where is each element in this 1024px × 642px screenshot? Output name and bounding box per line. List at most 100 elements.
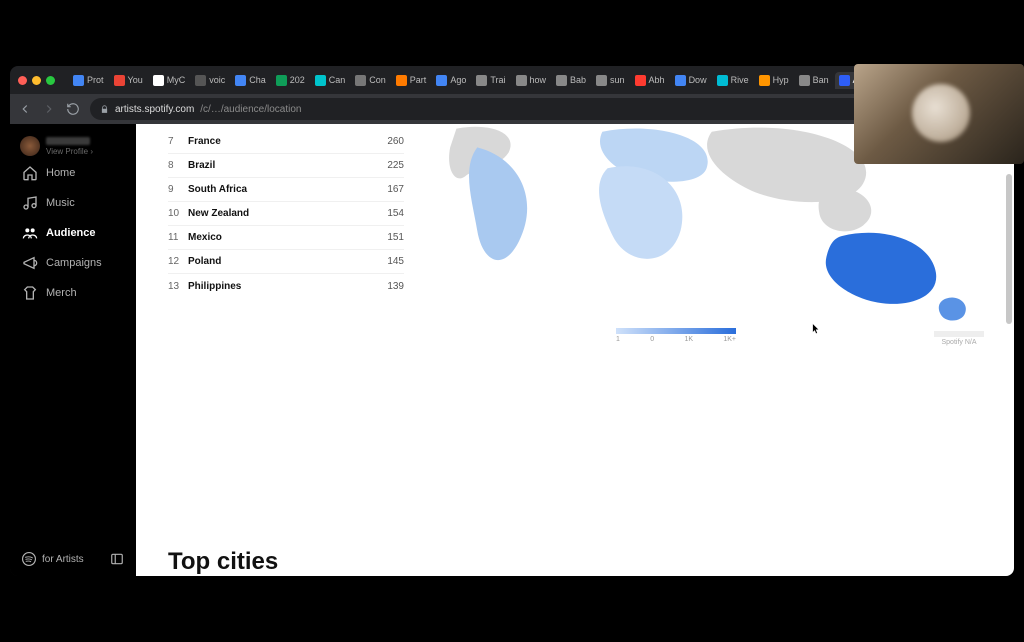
browser-tab[interactable]: sun: [592, 72, 629, 89]
spotify-artists-app: View Profile › Home Music AudienceCampaign…: [10, 124, 1014, 576]
browser-tab[interactable]: Rive: [713, 72, 753, 89]
sidebar: View Profile › Home Music AudienceCampaign…: [10, 124, 136, 576]
tab-label: MyC: [167, 75, 186, 85]
browser-tab[interactable]: how: [512, 72, 551, 89]
tab-label: Hyp: [773, 75, 789, 85]
music-icon: [22, 195, 38, 211]
tab-label: Con: [369, 75, 386, 85]
sidebar-item-label: Music: [46, 197, 75, 209]
campaigns-icon: [22, 255, 38, 271]
favicon: [235, 75, 246, 86]
tab-label: Prot: [87, 75, 104, 85]
tab-label: Trai: [490, 75, 505, 85]
favicon: [276, 75, 287, 86]
browser-tab[interactable]: 202: [272, 72, 309, 89]
country-rank: 9: [168, 184, 188, 195]
avatar: [20, 136, 40, 156]
country-value: 151: [387, 232, 404, 243]
spotify-for-artists-logo[interactable]: for Artists: [22, 552, 84, 566]
scrollbar[interactable]: [1006, 174, 1012, 324]
country-row[interactable]: 10New Zealand154: [168, 202, 404, 226]
sidebar-item-music[interactable]: Music: [10, 188, 136, 218]
browser-tab[interactable]: Dow: [671, 72, 711, 89]
favicon: [195, 75, 206, 86]
country-rank: 8: [168, 160, 188, 171]
forward-button[interactable]: [42, 102, 56, 116]
favicon: [315, 75, 326, 86]
sidebar-item-campaigns[interactable]: Campaigns: [10, 248, 136, 278]
browser-tab[interactable]: Bab: [552, 72, 590, 89]
favicon: [635, 75, 646, 86]
url-path: /c/…/audience/location: [200, 104, 301, 115]
browser-tab[interactable]: Ago: [432, 72, 470, 89]
reload-button[interactable]: [66, 102, 80, 116]
country-name: Poland: [188, 256, 387, 267]
country-row[interactable]: 8Brazil225: [168, 154, 404, 178]
audience-icon: [22, 225, 38, 241]
country-row[interactable]: 9South Africa167: [168, 178, 404, 202]
browser-tab[interactable]: voic: [191, 72, 229, 89]
browser-tab[interactable]: Abh: [631, 72, 669, 89]
browser-tab[interactable]: Con: [351, 72, 390, 89]
sidebar-profile[interactable]: View Profile ›: [10, 132, 136, 158]
country-rank: 10: [168, 208, 188, 219]
browser-tab[interactable]: Hyp: [755, 72, 793, 89]
country-name: New Zealand: [188, 208, 387, 219]
window-controls[interactable]: [18, 76, 55, 85]
address-bar[interactable]: artists.spotify.com/c/…/audience/locatio…: [90, 98, 892, 120]
favicon: [73, 75, 84, 86]
favicon: [759, 75, 770, 86]
favicon: [476, 75, 487, 86]
maximize-window-icon[interactable]: [46, 76, 55, 85]
countries-table: 7France2608Brazil2259South Africa16710Ne…: [168, 130, 404, 298]
favicon: [114, 75, 125, 86]
map-legend: 1 0 1K 1K+: [616, 328, 736, 346]
tab-label: Can: [329, 75, 346, 85]
sidebar-item-home[interactable]: Home: [10, 158, 136, 188]
country-name: South Africa: [188, 184, 387, 195]
favicon: [799, 75, 810, 86]
country-row[interactable]: 11Mexico151: [168, 226, 404, 250]
mouse-cursor: [812, 322, 820, 334]
country-name: Mexico: [188, 232, 387, 243]
favicon: [675, 75, 686, 86]
browser-tab[interactable]: You: [110, 72, 147, 89]
country-rank: 7: [168, 136, 188, 147]
view-profile-link[interactable]: View Profile ›: [46, 148, 93, 156]
tab-label: Part: [410, 75, 427, 85]
back-button[interactable]: [18, 102, 32, 116]
browser-tab[interactable]: Prot: [69, 72, 108, 89]
country-value: 139: [387, 281, 404, 292]
sidebar-item-audience[interactable]: Audience: [10, 218, 136, 248]
url-host: artists.spotify.com: [115, 104, 194, 115]
country-row[interactable]: 7France260: [168, 130, 404, 154]
collapse-sidebar-icon[interactable]: [110, 552, 124, 566]
country-rank: 13: [168, 281, 188, 292]
map-legend-na: Spotify N/A: [934, 331, 984, 346]
country-row[interactable]: 12Poland145: [168, 250, 404, 274]
close-window-icon[interactable]: [18, 76, 27, 85]
webcam-overlay: [854, 64, 1024, 164]
browser-tab[interactable]: Trai: [472, 72, 509, 89]
country-row[interactable]: 13Philippines139: [168, 274, 404, 298]
browser-tab[interactable]: Can: [311, 72, 350, 89]
country-value: 167: [387, 184, 404, 195]
sidebar-item-label: Merch: [46, 287, 77, 299]
artist-name-redacted: [46, 137, 90, 145]
browser-tab[interactable]: MyC: [149, 72, 190, 89]
country-rank: 11: [168, 232, 188, 243]
minimize-window-icon[interactable]: [32, 76, 41, 85]
tab-label: You: [128, 75, 143, 85]
browser-tab[interactable]: Ban: [795, 72, 833, 89]
country-rank: 12: [168, 256, 188, 267]
favicon: [355, 75, 366, 86]
favicon: [396, 75, 407, 86]
tab-label: 202: [290, 75, 305, 85]
sidebar-item-merch[interactable]: Merch: [10, 278, 136, 308]
country-name: Philippines: [188, 281, 387, 292]
country-value: 145: [387, 256, 404, 267]
browser-tab[interactable]: Part: [392, 72, 431, 89]
country-value: 154: [387, 208, 404, 219]
browser-tab[interactable]: Cha: [231, 72, 270, 89]
tab-label: Rive: [731, 75, 749, 85]
